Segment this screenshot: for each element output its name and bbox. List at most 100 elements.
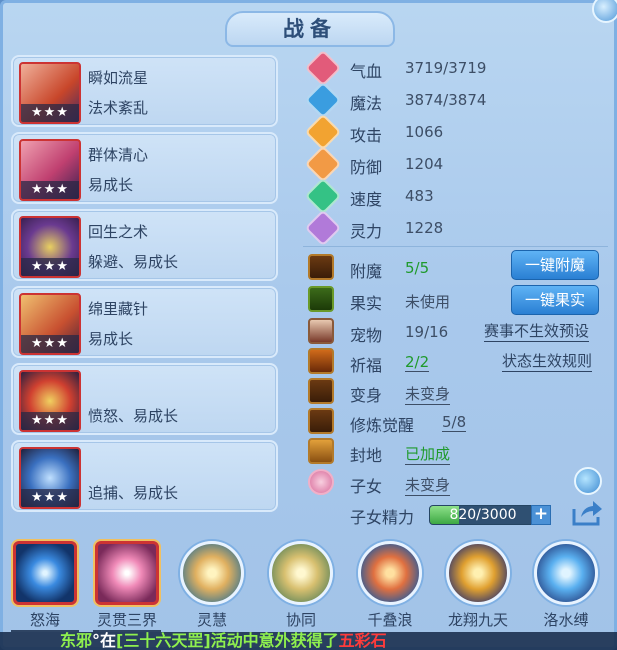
transform-icon (308, 378, 334, 404)
stat-value: 3719/3719 (405, 59, 487, 77)
mana-icon (304, 81, 342, 119)
broadcast-ticker: 东邪°在[三十六天罡]活动中意外获得了五彩石 (0, 632, 617, 650)
stat-label: 速度 (350, 190, 383, 209)
bottom-skill[interactable]: 洛水缚 (532, 541, 600, 630)
skill-stars: ★★★ (21, 104, 79, 122)
stat-label: 攻击 (350, 126, 383, 145)
stat-label: 魔法 (350, 94, 383, 113)
lotus-icon (308, 469, 334, 495)
skill-effect: 易成长 (88, 176, 134, 194)
skill-stars: ★★★ (21, 335, 79, 353)
skill-orb-icon (180, 541, 244, 605)
info-value[interactable]: 未变身 (405, 474, 451, 496)
skill-effect: 法术紊乱 (88, 99, 149, 117)
info-label: 果实 (350, 294, 383, 313)
skill-icon: ★★★ (19, 139, 81, 201)
stat-value: 1204 (405, 155, 444, 173)
stat-label: 防御 (350, 158, 383, 177)
pet-avatar-icon (308, 318, 334, 344)
divider (303, 246, 608, 247)
cultivation-icon (308, 408, 334, 434)
skill-orb-icon (13, 541, 77, 605)
skill-effect: 易成长 (88, 330, 134, 348)
skill-name: 群体清心 (88, 146, 149, 164)
bottom-skill-label: 灵慧 (196, 611, 227, 629)
stat-value: 483 (405, 187, 434, 205)
blessing-icon (308, 348, 334, 374)
bottom-skill[interactable]: 千叠浪 (356, 541, 424, 630)
heart-icon (304, 49, 342, 87)
skill-name: 瞬如流星 (88, 69, 149, 87)
info-label: 子女精力 (350, 508, 415, 527)
info-label: 宠物 (350, 326, 383, 345)
skill-effect: 追捕、易成长 (88, 484, 179, 502)
bottom-skill[interactable]: 协同 (267, 541, 335, 630)
info-value[interactable]: 已加成 (405, 443, 451, 465)
skill-orb-icon (269, 541, 333, 605)
skill-stars: ★★★ (21, 412, 79, 430)
skill-card[interactable]: ★★★ 绵里藏针 易成长 (11, 286, 278, 358)
skill-card[interactable]: ★★★ 追捕、易成长 (11, 440, 278, 512)
close-icon[interactable] (592, 0, 617, 23)
info-value: 19/16 (405, 323, 449, 341)
child-energy-bar: 820/3000 (429, 505, 537, 525)
stat-value: 3874/3874 (405, 91, 487, 109)
energy-value: 820/3000 (449, 507, 517, 523)
sword-icon (304, 113, 342, 151)
info-label: 封地 (350, 446, 383, 465)
ticker-text: [三十六天罡]活动中意外获得了 (116, 632, 339, 650)
ticker-text: °在 (92, 632, 117, 650)
ticker-item[interactable]: 五彩石 (339, 632, 387, 650)
one-key-fruit-button[interactable]: 一键果实 (511, 285, 599, 315)
stat-value: 1066 (405, 123, 444, 141)
skill-icon: ★★★ (19, 370, 81, 432)
info-label: 祈福 (350, 356, 383, 375)
info-value: 5/5 (405, 259, 430, 277)
skill-orb-icon (95, 541, 159, 605)
skill-card[interactable]: ★★★ 回生之术 躲避、易成长 (11, 209, 278, 281)
stat-label: 气血 (350, 62, 383, 81)
info-value[interactable]: 2/2 (405, 353, 430, 372)
lightning-icon (304, 177, 342, 215)
stat-value: 1228 (405, 219, 444, 237)
bottom-skill[interactable]: 灵贯三界 (93, 541, 161, 632)
territory-icon (308, 438, 334, 464)
skill-icon: ★★★ (19, 216, 81, 278)
info-value[interactable]: 未变身 (405, 383, 451, 405)
info-value[interactable]: 5/8 (442, 413, 467, 432)
ticker-player[interactable]: 东邪 (60, 632, 92, 650)
skill-card[interactable]: ★★★ 瞬如流星 法术紊乱 (11, 55, 278, 127)
bottom-skill-label: 协同 (285, 611, 316, 629)
skill-icon: ★★★ (19, 62, 81, 124)
refresh-icon[interactable] (574, 467, 602, 495)
skill-stars: ★★★ (21, 489, 79, 507)
skill-name: 回生之术 (88, 223, 149, 241)
info-label: 子女 (350, 477, 383, 496)
info-value: 未使用 (405, 293, 451, 311)
bottom-skill[interactable]: 灵慧 (178, 541, 246, 630)
enchant-icon (308, 254, 334, 280)
skill-stars: ★★★ (21, 181, 79, 199)
skill-orb-icon (534, 541, 598, 605)
bottom-skill-bar: 怒海 灵贯三界 灵慧 协同 千叠浪 龙翔九天 洛水缚 (3, 533, 617, 633)
bottom-skill[interactable]: 怒海 (11, 541, 79, 632)
one-key-enchant-button[interactable]: 一键附魔 (511, 250, 599, 280)
info-label: 变身 (350, 386, 383, 405)
bottom-skill[interactable]: 龙翔九天 (444, 541, 512, 630)
skill-card[interactable]: ★★★ 群体清心 易成长 (11, 132, 278, 204)
skill-card[interactable]: ★★★ 愤怒、易成长 (11, 363, 278, 435)
status-rules-link[interactable]: 状态生效规则 (502, 350, 593, 372)
skill-icon: ★★★ (19, 293, 81, 355)
bottom-skill-label: 龙翔九天 (447, 611, 508, 629)
skill-orb-icon (446, 541, 510, 605)
share-icon[interactable] (571, 499, 603, 527)
stat-label: 灵力 (350, 222, 383, 241)
bottom-skill-label: 灵贯三界 (93, 609, 161, 632)
bottom-skill-label: 千叠浪 (367, 611, 413, 629)
skill-stars: ★★★ (21, 258, 79, 276)
add-energy-button[interactable]: + (531, 505, 551, 525)
match-preset-link[interactable]: 赛事不生效预设 (484, 320, 590, 342)
bottom-skill-label: 洛水缚 (543, 611, 589, 629)
bottom-skill-label: 怒海 (11, 609, 79, 632)
info-label: 修炼觉醒 (350, 416, 415, 435)
